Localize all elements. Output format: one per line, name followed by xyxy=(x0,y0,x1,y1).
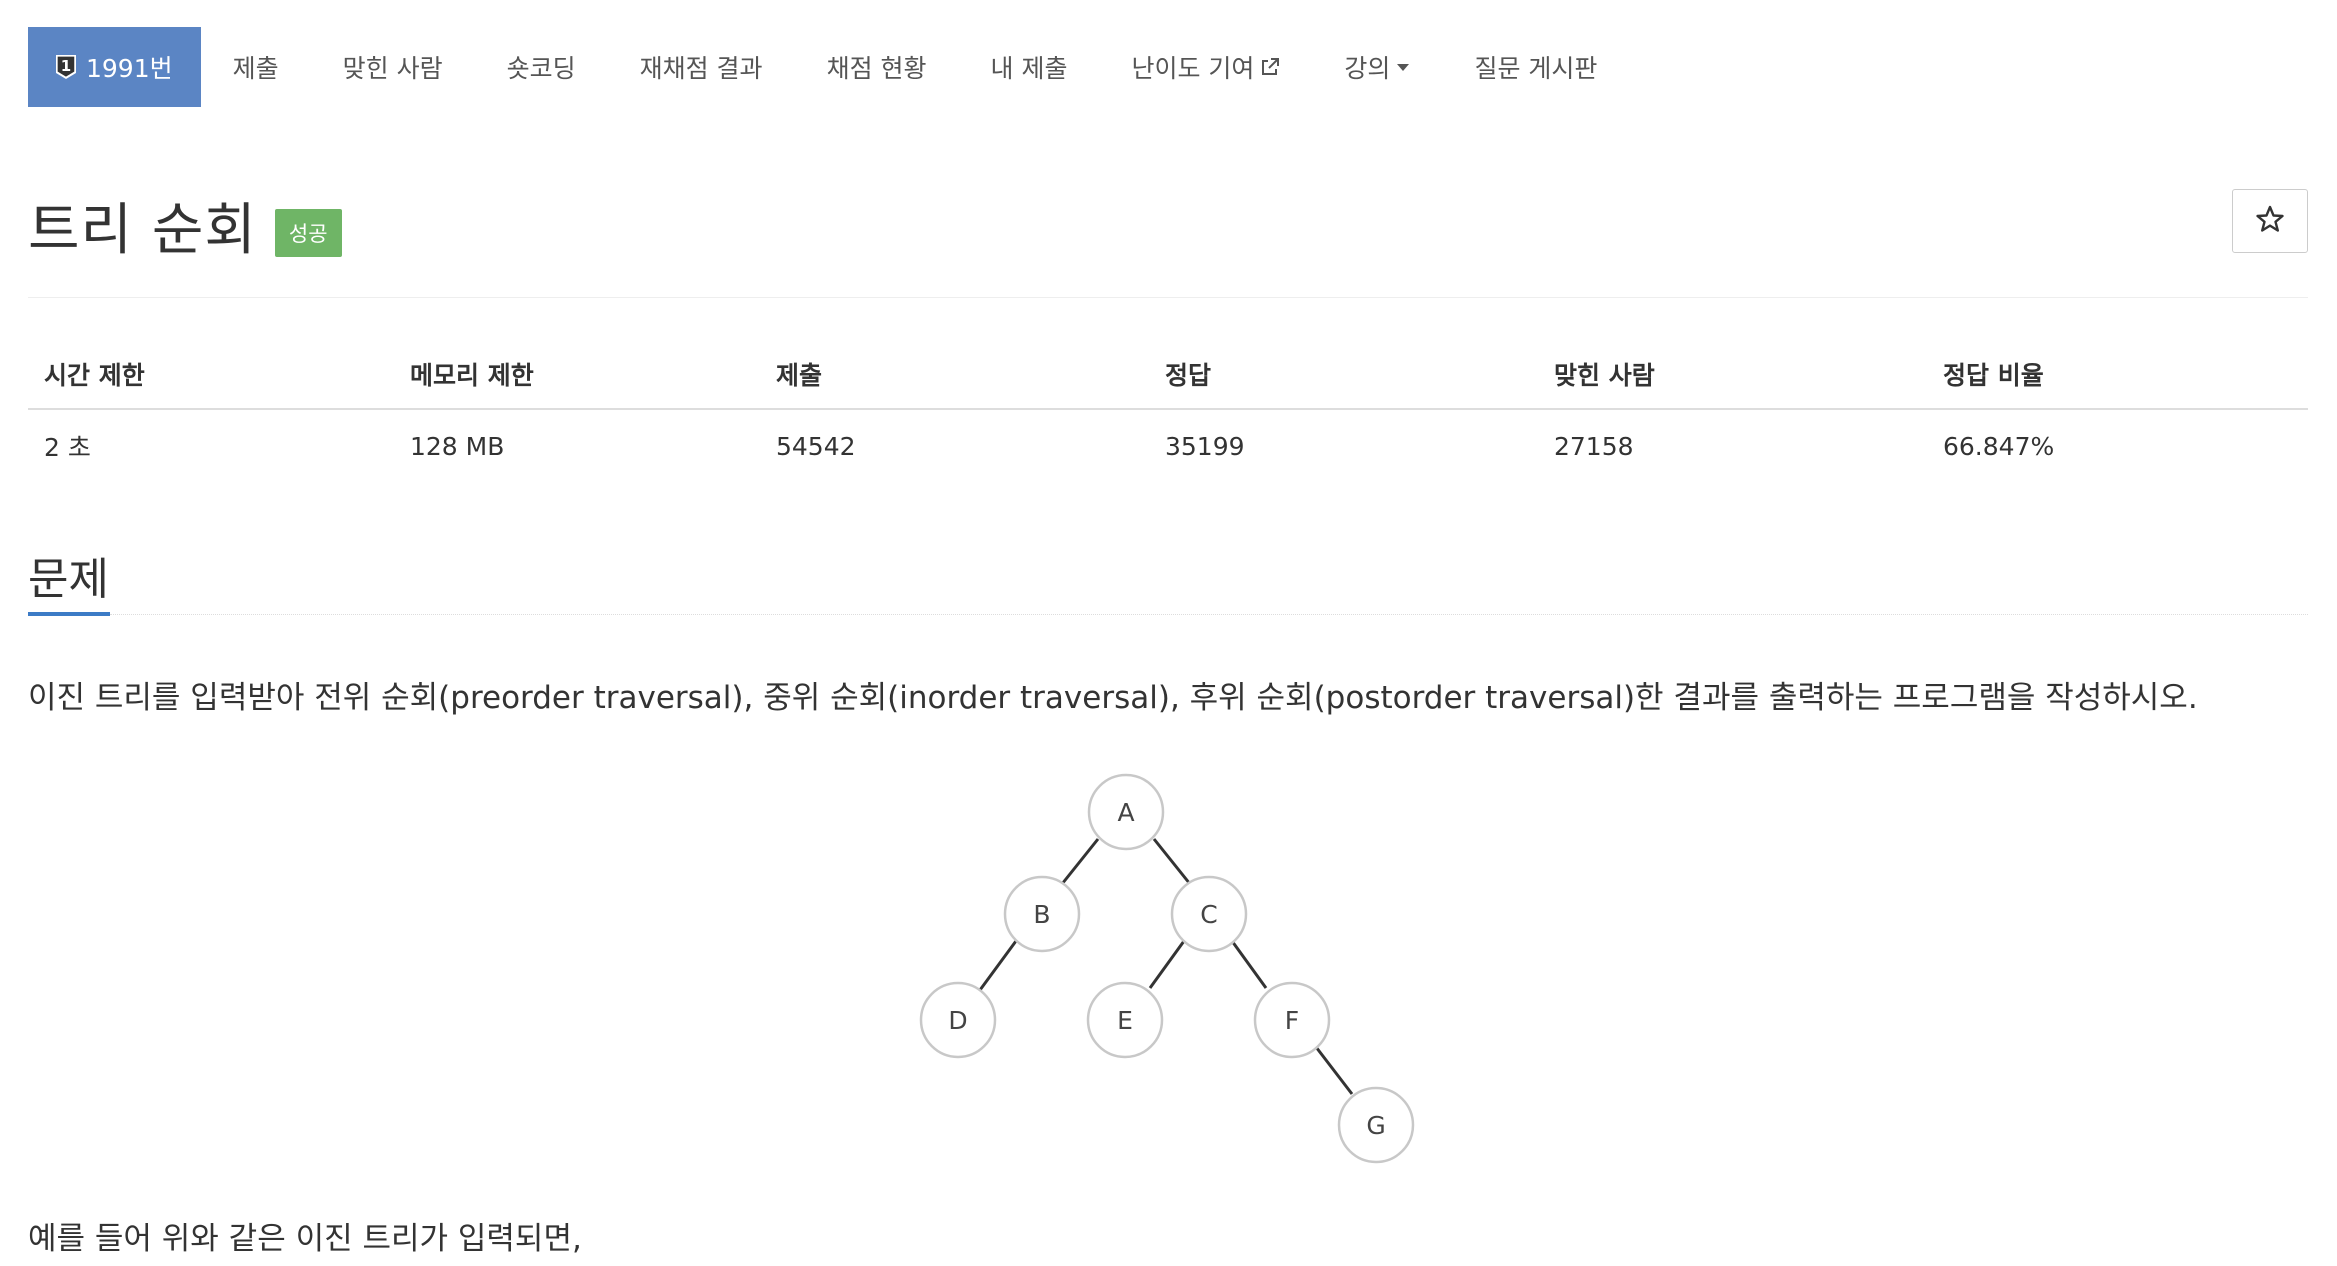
menu-solved-users[interactable]: 맞힌 사람 xyxy=(311,27,475,107)
tree-node-f: F xyxy=(1253,981,1331,1059)
tree-node-e: E xyxy=(1086,981,1164,1059)
edge-a-c xyxy=(1152,838,1192,885)
caret-down-icon xyxy=(1396,62,1410,72)
header-accepted: 정답 xyxy=(1149,340,1538,410)
binary-tree-figure: A B C D E F G xyxy=(919,773,1415,1164)
tree-node-c: C xyxy=(1170,875,1248,953)
info-table-row: 2 초 128 MB 54542 35199 27158 66.847% xyxy=(28,409,2308,482)
menu-submit[interactable]: 제출 xyxy=(201,27,311,107)
tree-node-f-label: F xyxy=(1285,1006,1299,1035)
tree-node-d: D xyxy=(919,981,997,1059)
header-time-limit: 시간 제한 xyxy=(28,340,394,410)
tree-node-c-label: C xyxy=(1200,900,1217,929)
problem-description: 이진 트리를 입력받아 전위 순회(preorder traversal), 중… xyxy=(28,680,2198,716)
menu-lectures-label: 강의 xyxy=(1344,54,1391,83)
title-divider xyxy=(28,297,2308,298)
edge-c-f xyxy=(1230,940,1268,989)
problem-page: 1 1991번 제출 맞힌 사람 숏코딩 재채점 결과 채점 현황 내 제출 난… xyxy=(0,0,2337,1266)
badge-1-icon: 1 xyxy=(54,53,78,81)
menu-difficulty-contribution[interactable]: 난이도 기여 xyxy=(1099,27,1312,107)
header-accept-ratio: 정답 비율 xyxy=(1927,340,2308,410)
tree-node-a-label: A xyxy=(1117,798,1134,827)
edge-b-d xyxy=(978,940,1018,991)
header-solved-users: 맞힌 사람 xyxy=(1538,340,1927,410)
menu-question-board-label: 질문 게시판 xyxy=(1474,54,1598,83)
menu-my-submissions[interactable]: 내 제출 xyxy=(959,27,1100,107)
menu-difficulty-contribution-label: 난이도 기여 xyxy=(1131,54,1255,83)
page-title: 트리 순회 xyxy=(28,198,257,263)
menu-solved-users-label: 맞힌 사람 xyxy=(342,54,443,83)
edge-f-g xyxy=(1314,1046,1354,1095)
value-submissions: 54542 xyxy=(776,431,856,461)
menu-lectures-dropdown[interactable]: 강의 xyxy=(1312,27,1442,107)
menu-short-coding[interactable]: 숏코딩 xyxy=(475,27,608,107)
tree-node-g: G xyxy=(1337,1086,1415,1164)
svg-text:1: 1 xyxy=(61,57,71,75)
tree-node-e-label: E xyxy=(1117,1006,1133,1035)
section-heading-problem: 문제 xyxy=(28,554,109,605)
problem-info-table: 시간 제한 메모리 제한 제출 정답 맞힌 사람 정답 비율 2 초 128 M… xyxy=(28,340,2308,482)
edge-c-e xyxy=(1148,940,1186,989)
value-solved-users: 27158 xyxy=(1554,431,1634,461)
menu-rejudge-results-label: 재채점 결과 xyxy=(639,54,763,83)
example-intro-text: 예를 들어 위와 같은 이진 트리가 입력되면, xyxy=(28,1221,582,1257)
problem-title-row: 트리 순회 성공 xyxy=(28,185,342,266)
problem-menu: 1 1991번 제출 맞힌 사람 숏코딩 재채점 결과 채점 현황 내 제출 난… xyxy=(28,27,1629,107)
value-time-limit: 2 초 xyxy=(44,433,91,462)
menu-short-coding-label: 숏코딩 xyxy=(506,54,576,83)
external-link-icon xyxy=(1260,57,1280,77)
menu-problem-number[interactable]: 1 1991번 xyxy=(28,27,201,107)
menu-problem-number-label: 1991번 xyxy=(86,54,173,83)
value-accepted: 35199 xyxy=(1165,431,1245,461)
tree-node-a: A xyxy=(1087,773,1165,851)
star-outline-icon xyxy=(2255,204,2285,238)
edge-a-b xyxy=(1060,838,1100,885)
menu-question-board[interactable]: 질문 게시판 xyxy=(1442,27,1629,107)
value-accept-ratio: 66.847% xyxy=(1943,431,2055,461)
tree-node-g-label: G xyxy=(1366,1111,1385,1140)
menu-submit-label: 제출 xyxy=(232,54,279,83)
tree-node-b-label: B xyxy=(1033,900,1050,929)
section-heading-underline xyxy=(28,612,110,616)
status-badge: 성공 xyxy=(274,208,342,257)
menu-judge-status[interactable]: 채점 현황 xyxy=(795,27,959,107)
header-submissions: 제출 xyxy=(760,340,1149,410)
favorite-star-button[interactable] xyxy=(2232,189,2308,253)
tree-node-b: B xyxy=(1003,875,1081,953)
header-memory-limit: 메모리 제한 xyxy=(394,340,760,410)
menu-rejudge-results[interactable]: 재채점 결과 xyxy=(608,27,795,107)
info-table-header-row: 시간 제한 메모리 제한 제출 정답 맞힌 사람 정답 비율 xyxy=(28,340,2308,410)
value-memory-limit: 128 MB xyxy=(410,431,505,461)
menu-judge-status-label: 채점 현황 xyxy=(826,54,927,83)
section-divider xyxy=(110,614,2308,615)
menu-my-submissions-label: 내 제출 xyxy=(990,54,1068,83)
tree-node-d-label: D xyxy=(948,1006,967,1035)
